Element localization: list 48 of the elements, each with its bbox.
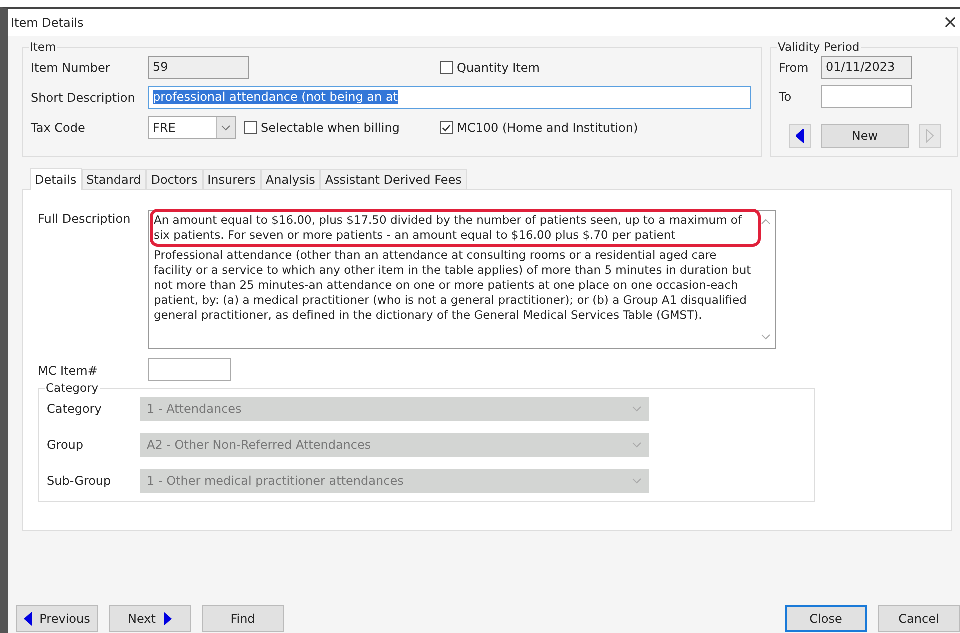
tab[interactable]: Standard [82,169,146,189]
field-label: From [779,60,810,74]
chevron-down-icon [632,478,642,484]
field-label: Sub-Group [47,474,112,488]
chevron-down-icon[interactable] [761,334,771,340]
quantity-item-checkbox[interactable]: Quantity Item [440,60,540,74]
new-button[interactable]: New [821,124,909,148]
chevron-down-icon [216,117,235,138]
to-date-field[interactable] [821,85,912,108]
field-label: Category [47,402,103,416]
tab[interactable]: Analysis [260,169,320,189]
group-title: Item [29,40,58,54]
chevron-down-icon [632,406,642,412]
close-button[interactable]: × [940,12,960,33]
mc-item-field[interactable] [148,358,231,381]
previous-button[interactable]: Previous [16,605,98,632]
tax-code-dropdown[interactable]: FRE [148,116,236,139]
field-label: Group [47,438,85,452]
field-label: Item Number [31,60,112,74]
triangle-right-icon [164,612,172,626]
triangle-right-icon [926,129,934,143]
description-text: Professional attendance (other than an attendance at consulting rooms or a residential aged care facility or a service to which any other item in the table applies) of more than 5 minutes in duration but not more than 25 minutes-an attendance on one or more patients at one place on one occasion-each patient, by: (a) a medical practitioner (who is not a general practitioner); or (b) a Group A1 disqualified general practitioner, as defined in the dictionary of the General Medical Services Table (GMST). [154,248,752,323]
group-title: Category [45,381,100,395]
previous-period-button[interactable] [789,124,811,148]
field-label: Tax Code [31,120,86,134]
triangle-left-icon [24,612,32,626]
field-label: Short Description [31,90,136,104]
tab[interactable]: Insurers [202,169,261,189]
field-label: Full Description [38,211,132,226]
close-dialog-button[interactable]: Close [785,605,867,632]
tab[interactable]: Details [30,168,82,190]
chevron-down-icon [632,442,642,448]
group-title: Validity Period [777,40,861,54]
selectable-when-billing-checkbox[interactable]: Selectable when billing [244,120,440,134]
cancel-button[interactable]: Cancel [878,605,960,632]
field-label: To [779,90,793,104]
chevron-up-icon[interactable] [761,219,771,225]
mc100-checkbox[interactable]: MC100 (Home and Institution) [440,120,638,134]
tab[interactable]: Doctors [146,169,203,189]
full-description-field[interactable] [148,210,776,349]
window-title: Item Details [11,16,84,30]
triangle-left-icon [796,129,804,143]
field-label: MC Item# [38,362,99,378]
next-button[interactable]: Next [109,605,191,632]
find-button[interactable]: Find [202,605,284,632]
from-date-field[interactable]: 01/11/2023 [821,56,912,79]
tab[interactable]: Assistant Derived Fees [320,169,467,189]
short-description-field[interactable]: professional attendance (not being an at [148,86,751,109]
